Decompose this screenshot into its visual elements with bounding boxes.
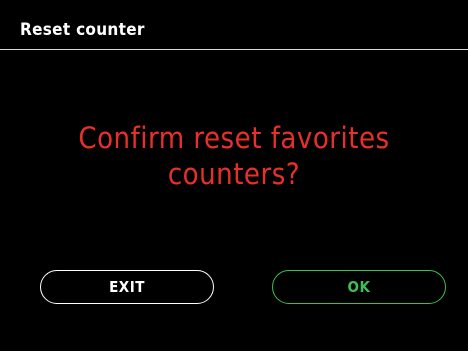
header-bar: Reset counter [0, 0, 468, 50]
page-title: Reset counter [20, 20, 145, 40]
ok-button[interactable]: OK [272, 270, 446, 304]
exit-button-label: EXIT [109, 278, 145, 296]
exit-button[interactable]: EXIT [40, 270, 214, 304]
header-divider [0, 49, 468, 50]
ok-button-label: OK [347, 278, 371, 296]
confirm-message: Confirm reset favorites counters? [78, 121, 390, 191]
reset-counter-screen: Reset counter Confirm reset favorites co… [0, 0, 468, 351]
